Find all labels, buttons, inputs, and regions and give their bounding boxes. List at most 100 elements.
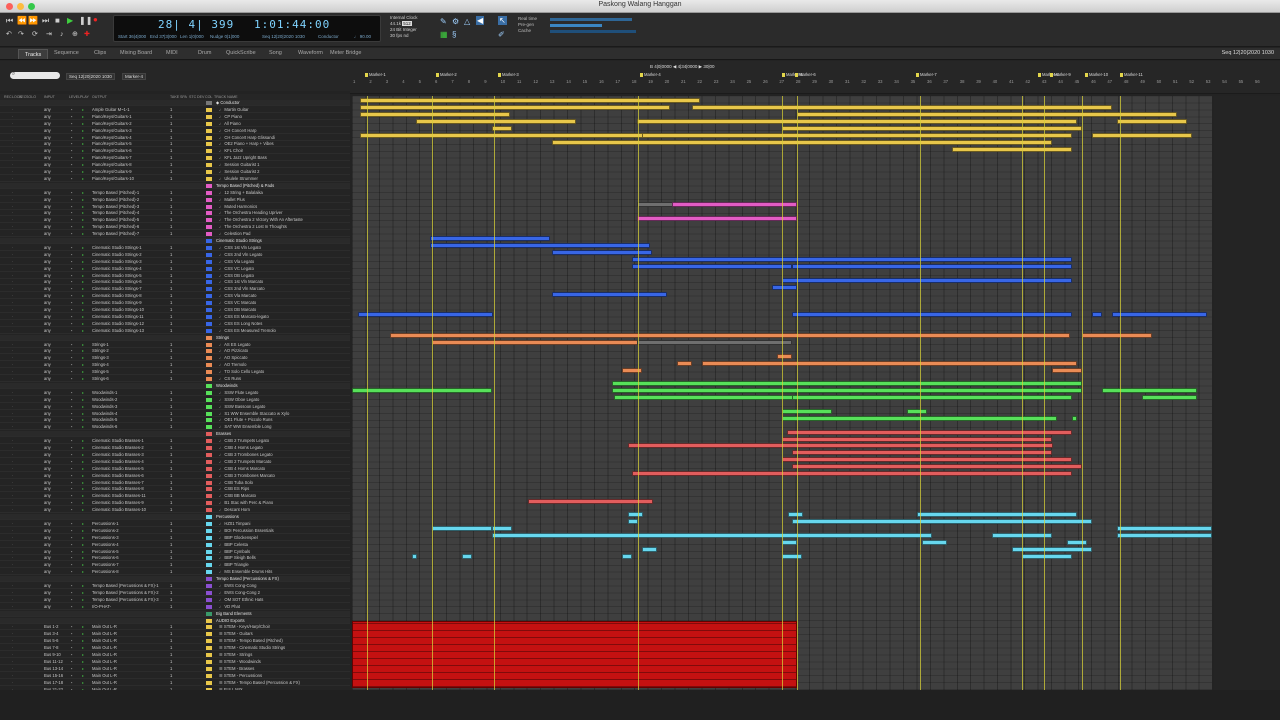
midi-clip[interactable] (792, 450, 1052, 456)
midi-clip[interactable] (787, 429, 1072, 435)
track-row[interactable]: · any ▪ ▸ Percussions-7 1 ♩ BBP Triangle (0, 562, 350, 569)
track-name[interactable]: ♩ HZ01 Timpani (219, 521, 250, 527)
track-color-swatch[interactable] (206, 121, 212, 126)
track-name[interactable]: ♩ KFL Jazz Upright Bass (219, 155, 267, 161)
track-name[interactable]: ♩ Martin Guitar (219, 107, 249, 113)
track-row[interactable]: · any ▪ ▸ Cinematic Studio Strings-9 1 ♩ CSS V… (0, 300, 350, 307)
track-input[interactable]: any (44, 480, 51, 486)
play-button[interactable]: ▶ (67, 17, 73, 25)
midi-clip[interactable] (358, 312, 493, 318)
play-enable-icon[interactable]: ▸ (82, 321, 84, 327)
track-row[interactable]: · any ▪ ▸ Tempo Based (Pitched)-2 1 ♩ Mallet P… (0, 197, 350, 203)
track-name[interactable]: ♩ CS Runs (219, 376, 241, 382)
midi-clip[interactable] (430, 243, 650, 249)
lock-icon[interactable]: · (12, 659, 13, 665)
track-color-swatch[interactable] (206, 239, 212, 243)
track-color-swatch[interactable] (206, 163, 212, 168)
track-input[interactable]: any (44, 369, 51, 375)
track-name[interactable]: Cinematic Studio Strings (216, 238, 262, 244)
track-folder[interactable]: Cinematic Studio Strings (0, 238, 350, 244)
end-value[interactable]: End 37|3|000 (150, 34, 177, 39)
track-row[interactable]: · any ▪ ▸ Cinematic Studio Strings-6 1 ♩ CSS 1… (0, 279, 350, 286)
track-name[interactable]: Brasses (216, 431, 231, 437)
track-output[interactable]: Cinematic Studio Strings-6 (92, 279, 142, 285)
record-enable-icon[interactable]: ▪ (71, 542, 73, 548)
rewind-icon[interactable]: ⏪ (17, 17, 27, 25)
midi-clip[interactable] (782, 436, 1052, 442)
track-name[interactable]: ♩ Muted Harmonics (219, 204, 257, 210)
midi-clip[interactable] (492, 526, 512, 532)
record-enable-icon[interactable]: ▪ (71, 321, 73, 327)
undo-icon[interactable]: ↶ (6, 31, 12, 39)
metronome-icon[interactable]: ♪ (60, 31, 64, 39)
track-input[interactable]: any (44, 121, 51, 127)
vertical-scroll-area[interactable] (1214, 96, 1280, 690)
track-row[interactable]: · any ▪ ▸ Tempo Based (Pitched)-7 1 ♩ Celestio… (0, 231, 350, 238)
midi-clip[interactable] (677, 360, 692, 366)
tab-sequence[interactable]: Sequence (54, 50, 79, 56)
track-color-swatch[interactable] (206, 666, 212, 671)
track-name[interactable]: ♩ CSS ES Marcato-legato (219, 314, 269, 320)
play-enable-icon[interactable]: ▸ (82, 376, 84, 382)
track-name[interactable]: ♩ EWS Cong-Cong (219, 583, 256, 589)
play-enable-icon[interactable]: ▸ (82, 604, 84, 610)
track-output[interactable]: Cinematic Studio Brasses-11 (92, 493, 146, 499)
track-name[interactable]: ♩ CSS 2nd Vln Marcato (219, 286, 265, 292)
midi-clip[interactable] (628, 443, 1053, 449)
track-input[interactable]: any (44, 397, 51, 403)
play-enable-icon[interactable]: ▸ (82, 266, 84, 272)
record-enable-icon[interactable]: ▪ (71, 245, 73, 251)
track-color-swatch[interactable] (206, 349, 212, 354)
track-name[interactable]: ♩ All Piano (219, 121, 241, 127)
record-enable-icon[interactable]: ▪ (71, 480, 73, 486)
lock-icon[interactable]: · (12, 521, 13, 527)
track-output[interactable]: Tempo Based (Pitched)-2 (92, 197, 139, 203)
midi-clip[interactable] (777, 353, 792, 359)
track-input[interactable]: any (44, 252, 51, 258)
column-header-rec[interactable]: REC (4, 95, 12, 99)
track-input[interactable]: any (44, 224, 51, 230)
track-name[interactable]: ♩ CSB 3 Trombones Legato (219, 452, 273, 458)
play-enable-icon[interactable]: ▸ (82, 583, 84, 589)
lock-icon[interactable]: · (12, 459, 13, 465)
play-enable-icon[interactable]: ▸ (82, 148, 84, 154)
lock-icon[interactable]: · (12, 562, 13, 568)
play-enable-icon[interactable]: ▸ (82, 197, 84, 203)
record-enable-icon[interactable]: ▪ (71, 466, 73, 472)
play-enable-icon[interactable]: ▸ (82, 438, 84, 444)
track-output[interactable]: Cinematic Studio Brasses-3 (92, 452, 144, 458)
track-row[interactable]: · any ▪ ▸ Strings-4 1 ♩ AO Tremolo (0, 362, 350, 369)
track-row[interactable]: · Bus 15-16 ▪ ▸ Main Out L-R 1 ☰ STEM - Percus… (0, 673, 350, 679)
track-input[interactable]: any (44, 569, 51, 575)
column-header-dev[interactable]: DEV (197, 95, 204, 99)
track-row[interactable]: · any ▪ ▸ Cinematic Studio Brasses-10 1 ♩ Desc… (0, 507, 350, 514)
lock-icon[interactable]: · (12, 259, 13, 265)
track-output[interactable]: Ample Guitar M~1-1 (92, 107, 130, 113)
track-row[interactable]: · any ▪ ▸ Woodwinds-1 1 ♩ SSW Flute Legato (0, 390, 350, 396)
record-enable-icon[interactable]: ▪ (71, 286, 73, 292)
midi-clip[interactable] (352, 388, 492, 394)
track-folder[interactable]: Big Band Elements (0, 610, 350, 617)
track-input[interactable]: any (44, 438, 51, 444)
record-enable-icon[interactable]: ▪ (71, 417, 73, 423)
track-input[interactable]: any (44, 300, 51, 306)
track-color-swatch[interactable] (206, 563, 212, 568)
track-row[interactable]: · any ▪ ▸ Strings-2 1 ♩ AO Pizzicato (0, 348, 350, 355)
play-enable-icon[interactable]: ▸ (82, 231, 84, 237)
track-row[interactable]: · any ▪ ▸ Woodwinds-4 1 ♩ S1 WW Ensemble Stacc… (0, 411, 350, 417)
track-color-swatch[interactable] (206, 308, 212, 312)
play-enable-icon[interactable]: ▸ (82, 204, 84, 210)
main-counter[interactable]: 28| 4| 399 1:01:44:00 Start 36|4|000 End… (113, 15, 381, 42)
track-row[interactable]: · Bus 11-12 ▪ ▸ Main Out L-R 1 ☰ STEM - Woodwi… (0, 659, 350, 665)
record-enable-icon[interactable]: ▪ (71, 597, 73, 603)
track-color-swatch[interactable] (206, 404, 212, 409)
track-output[interactable]: Strings-1 (92, 342, 109, 348)
track-color-swatch[interactable] (206, 673, 212, 678)
track-input[interactable]: any (44, 169, 51, 175)
lock-icon[interactable]: · (12, 328, 13, 334)
track-color-swatch[interactable] (206, 480, 212, 485)
track-output[interactable]: Cinematic Studio Brasses-7 (92, 480, 144, 486)
track-output[interactable]: Cinematic Studio Brasses-2 (92, 445, 144, 451)
tab-quickscribe[interactable]: QuickScribe (226, 50, 256, 56)
midi-clip[interactable] (782, 540, 797, 545)
